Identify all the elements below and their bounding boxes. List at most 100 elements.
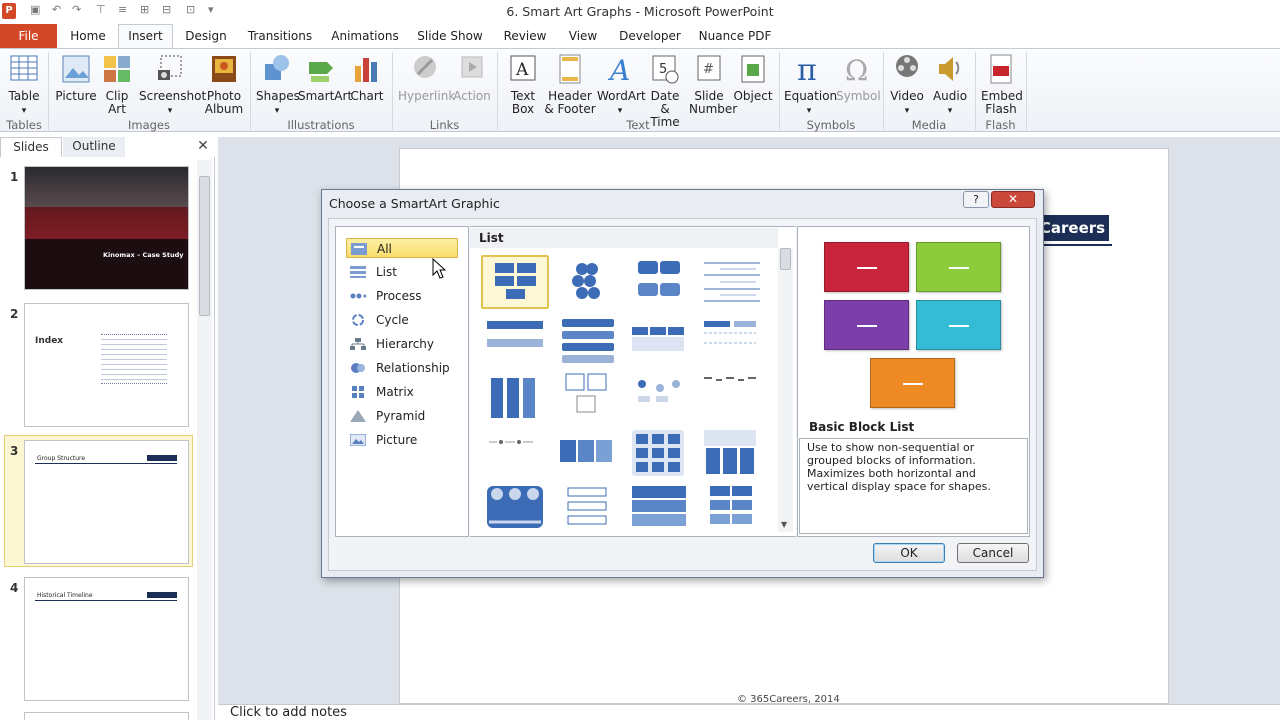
process-icon <box>350 293 366 299</box>
horizontal-blocks-thumbnail <box>560 440 612 462</box>
layout-vertical-box-list[interactable] <box>481 372 549 426</box>
shapes-button[interactable]: Shapes ▾ <box>256 50 300 118</box>
category-cycle[interactable]: Cycle <box>346 310 458 330</box>
picture-button[interactable]: Picture <box>55 50 97 103</box>
omega-icon: Ω <box>845 54 868 86</box>
layout-vertical-bullet-list[interactable] <box>481 315 549 369</box>
chart-button[interactable]: Chart <box>348 50 386 103</box>
category-hierarchy[interactable]: Hierarchy <box>346 334 458 354</box>
object-button[interactable]: Object <box>733 50 773 103</box>
notes-pane[interactable]: Click to add notes <box>218 704 1280 720</box>
tab-review[interactable]: Review <box>500 24 550 48</box>
text-box-button[interactable]: A Text Box <box>503 50 543 116</box>
category-matrix[interactable]: Matrix <box>346 382 458 402</box>
ok-button[interactable]: OK <box>873 543 945 563</box>
layout-grid-blocks[interactable] <box>624 428 692 482</box>
stacked-blocks-thumbnail <box>632 486 686 526</box>
close-icon[interactable]: ✕ <box>991 191 1035 208</box>
slide-2-title: Index <box>35 336 64 346</box>
layout-dot-list[interactable] <box>481 428 549 482</box>
layout-stacked-blocks[interactable] <box>624 484 692 538</box>
layout-picture-blocks[interactable] <box>696 428 764 482</box>
audio-button[interactable]: Audio ▾ <box>930 50 970 118</box>
layout-hexagon-cluster[interactable] <box>552 255 620 309</box>
vertical-bullet-thumbnail <box>487 321 543 347</box>
scroll-down-icon[interactable]: ▼ <box>781 520 787 529</box>
slide-thumbnail-3[interactable]: Group Structure <box>24 440 189 564</box>
close-icon[interactable]: ✕ <box>196 139 210 153</box>
tab-transitions[interactable]: Transitions <box>244 24 316 48</box>
careers-badge: Careers <box>1036 215 1109 241</box>
photo-album-button[interactable]: Photo Album <box>202 50 246 116</box>
layout-table-list[interactable] <box>696 315 764 369</box>
clip-art-button[interactable]: Clip Art <box>101 50 133 116</box>
layout-bracket-list[interactable] <box>552 484 620 538</box>
tab-animations[interactable]: Animations <box>330 24 400 48</box>
tab-home[interactable]: Home <box>66 24 110 48</box>
svg-text:#: # <box>703 62 714 77</box>
tab-outline[interactable]: Outline <box>63 137 125 157</box>
layout-grouped-list[interactable] <box>552 372 620 426</box>
cancel-button[interactable]: Cancel <box>957 543 1029 563</box>
slide-number-button[interactable]: # Slide Number <box>687 50 737 116</box>
preview-block-red <box>824 242 909 292</box>
group-label-links: Links <box>429 118 460 132</box>
layout-circle-arrow-list[interactable] <box>481 484 549 538</box>
screenshot-button[interactable]: Screenshot ▾ <box>139 50 206 118</box>
tab-view[interactable]: View <box>562 24 604 48</box>
symbol-button[interactable]: Ω Symbol <box>836 50 881 103</box>
help-icon[interactable]: ? <box>963 191 989 208</box>
calendar-icon: 5 <box>652 55 679 84</box>
gallery-scrollbar[interactable]: ▼ <box>778 248 793 532</box>
slide-thumbnail-2[interactable]: Index <box>24 303 189 427</box>
title-underline <box>35 463 177 464</box>
layout-description: Use to show non-sequential or grouped bl… <box>799 438 1028 534</box>
wordart-button[interactable]: A WordArt ▾ <box>597 50 646 118</box>
slide-thumbnail-4[interactable]: Historical Timeline <box>24 577 189 701</box>
layout-basic-block-list[interactable] <box>481 255 549 309</box>
tab-nuance-pdf[interactable]: Nuance PDF <box>696 24 774 48</box>
category-relationship[interactable]: Relationship <box>346 358 458 378</box>
tab-developer[interactable]: Developer <box>616 24 684 48</box>
header-footer-button[interactable]: Header & Footer <box>544 50 596 116</box>
title-underline <box>35 600 177 601</box>
hyperlink-button[interactable]: Hyperlink <box>398 50 455 103</box>
category-picture[interactable]: Picture <box>346 430 458 450</box>
layout-lined-list[interactable] <box>696 255 764 309</box>
layout-stacked-list[interactable] <box>552 315 620 369</box>
equation-button[interactable]: π Equation ▾ <box>784 50 837 118</box>
embed-flash-button[interactable]: Embed Flash <box>980 50 1023 116</box>
table-button[interactable]: Table ▾ <box>4 50 44 118</box>
scrollbar-thumb[interactable] <box>199 176 210 316</box>
group-label-text: Text <box>626 118 650 132</box>
picture-icon <box>350 434 366 446</box>
layout-nested-blocks[interactable] <box>696 484 764 538</box>
tab-design[interactable]: Design <box>180 24 232 48</box>
slide-1-title: Kinomax – Case Study <box>103 251 184 259</box>
dash-list-thumbnail <box>704 377 756 381</box>
scrollbar-thumb[interactable] <box>780 248 791 270</box>
preview-block-cyan <box>916 300 1001 350</box>
layout-horizontal-bullet-list[interactable] <box>624 315 692 369</box>
slide-thumbnail-1[interactable]: Kinomax – Case Study <box>24 166 189 290</box>
layout-horizontal-blocks[interactable] <box>552 428 620 482</box>
smartart-button[interactable]: SmartArt <box>298 50 352 103</box>
all-icon <box>351 243 367 255</box>
action-button[interactable]: Action <box>452 50 492 103</box>
slide-number: 2 <box>10 307 19 321</box>
preview-block-purple <box>824 300 909 350</box>
slide-thumbnail-5[interactable] <box>24 712 189 720</box>
category-process[interactable]: Process <box>346 286 458 306</box>
tab-file[interactable]: File <box>0 24 57 48</box>
layout-circle-list[interactable] <box>624 372 692 426</box>
video-button[interactable]: Video ▾ <box>888 50 926 118</box>
tab-insert[interactable]: Insert <box>118 24 173 48</box>
tab-slide-show[interactable]: Slide Show <box>414 24 486 48</box>
tab-slides[interactable]: Slides <box>0 137 62 157</box>
category-pyramid[interactable]: Pyramid <box>346 406 458 426</box>
layout-rounded-blocks[interactable] <box>624 255 692 309</box>
category-all[interactable]: All <box>346 238 458 258</box>
slides-scrollbar[interactable] <box>197 160 212 720</box>
layout-dash-list[interactable] <box>696 372 764 426</box>
layout-name: Basic Block List <box>809 420 915 434</box>
